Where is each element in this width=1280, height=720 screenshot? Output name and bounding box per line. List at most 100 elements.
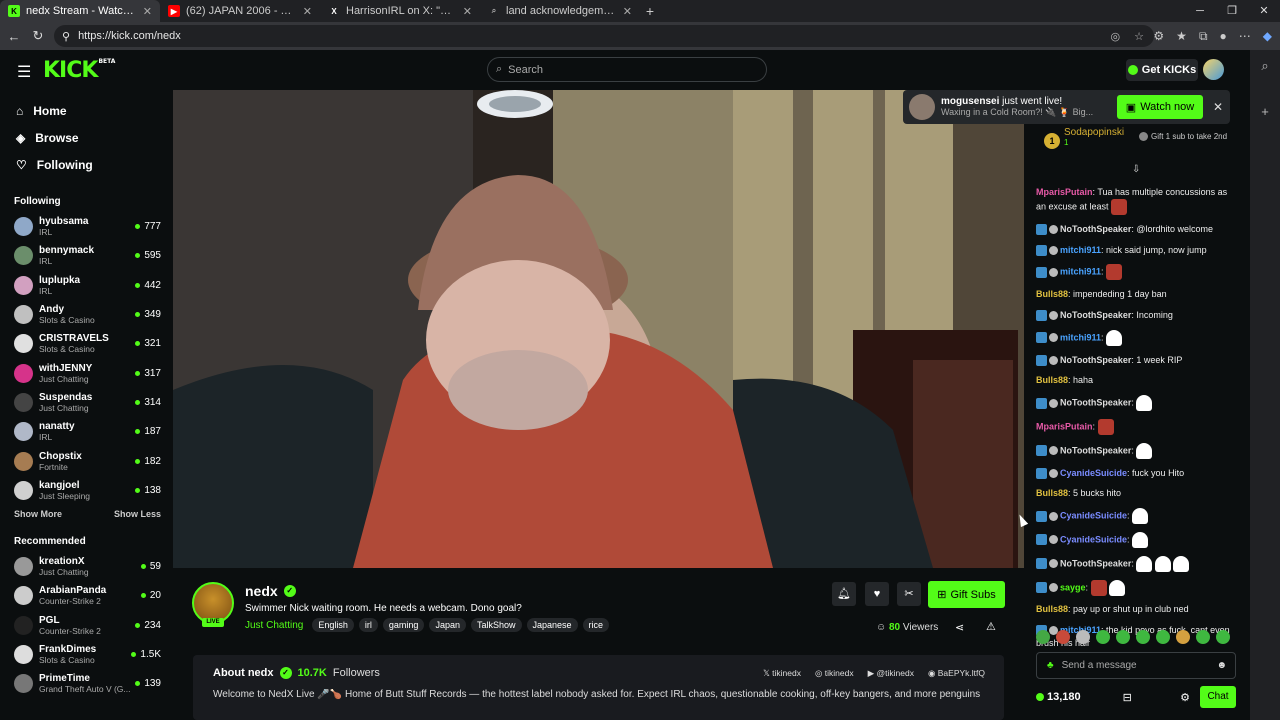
youtube-social-link[interactable]: ▶ @tikinedx — [868, 668, 914, 679]
chat-username[interactable]: NoToothSpeaker — [1060, 445, 1131, 455]
tab-x[interactable]: X HarrisonIRL on X: "#mizkif Mizkif ✕ — [320, 0, 480, 22]
sidebar-channel[interactable]: kangjoel Just Sleeping 138 — [0, 476, 172, 505]
emote-icon[interactable] — [1156, 630, 1170, 644]
sidebar-channel[interactable]: withJENNY Just Chatting 317 — [0, 358, 172, 387]
search-input[interactable]: ⌕ Search — [487, 57, 767, 82]
kicks-balance[interactable]: 13,180 — [1036, 691, 1081, 703]
tag[interactable]: Japan — [429, 618, 466, 632]
user-avatar[interactable] — [1203, 59, 1224, 80]
chat-username[interactable]: NoToothSpeaker — [1060, 355, 1131, 365]
chat-username[interactable]: CyanideSuicide — [1060, 511, 1127, 521]
minimize-icon[interactable]: ─ — [1184, 0, 1216, 22]
chat-settings-icon[interactable]: ⚙ — [1180, 691, 1190, 704]
tag[interactable]: rice — [582, 618, 610, 632]
close-tab-icon[interactable]: ✕ — [623, 5, 632, 18]
kick-logo[interactable]: KICKBETA — [43, 58, 115, 83]
close-notification-icon[interactable]: ✕ — [1213, 100, 1223, 114]
favorites-icon[interactable]: ★ — [1176, 29, 1187, 43]
sidebar-channel[interactable]: Chopstix Fortnite 182 — [0, 446, 172, 475]
chat-username[interactable]: mitchi911 — [1060, 245, 1101, 255]
nav-following[interactable]: ♡ Following — [0, 151, 172, 178]
reload-icon[interactable]: ↻ — [26, 28, 50, 44]
search-sidebar-icon[interactable]: ⌕ — [1250, 58, 1280, 74]
sidebar-channel[interactable]: nanatty IRL 187 — [0, 417, 172, 446]
clip-icon[interactable]: ✂ — [897, 582, 921, 606]
chat-input[interactable]: ♣ Send a message ☻ — [1036, 652, 1236, 679]
chat-username[interactable]: Bulls88 — [1036, 375, 1068, 385]
emote-icon[interactable] — [1076, 630, 1090, 644]
chat-username[interactable]: CyanideSuicide — [1060, 468, 1127, 478]
tab-youtube[interactable]: ▶ (62) JAPAN 2006 - YouTube ✕ — [160, 0, 320, 22]
sidebar-channel[interactable]: PGL Counter-Strike 2 234 — [0, 611, 172, 640]
back-icon[interactable]: ← — [2, 29, 26, 44]
send-chat-button[interactable]: Chat — [1200, 686, 1236, 708]
sidebar-channel[interactable]: CRISTRAVELS Slots & Casino 321 — [0, 329, 172, 358]
emote-icon[interactable] — [1196, 630, 1210, 644]
copilot-icon[interactable]: ◆ — [1263, 29, 1272, 43]
emote-icon[interactable] — [1036, 630, 1050, 644]
emote-icon[interactable] — [1096, 630, 1110, 644]
sidebar-channel[interactable]: ArabianPanda Counter-Strike 2 20 — [0, 581, 172, 610]
emote-icon[interactable] — [1116, 630, 1130, 644]
site-info-icon[interactable]: ⚲ — [62, 30, 70, 43]
profile-icon[interactable]: ● — [1220, 29, 1227, 43]
menu-icon[interactable]: ☰ — [17, 62, 31, 82]
address-bar[interactable]: ⚲ https://kick.com/nedx ◎ ☆ — [54, 25, 1154, 47]
emote-icon[interactable] — [1136, 630, 1150, 644]
chat-username[interactable]: Bulls88 — [1036, 488, 1068, 498]
follow-heart-icon[interactable]: ♥ — [865, 582, 889, 606]
chat-username[interactable]: mitchi911 — [1060, 332, 1101, 342]
tag[interactable]: irl — [358, 618, 378, 632]
chat-username[interactable]: MparisPutain — [1036, 187, 1093, 197]
sidebar-channel[interactable]: hyubsama IRL 777 — [0, 212, 172, 241]
show-more-button[interactable]: Show More — [14, 509, 62, 519]
watch-now-button[interactable]: ▣ Watch now — [1117, 95, 1203, 119]
reader-icon[interactable]: ◎ — [1111, 30, 1121, 43]
show-less-button[interactable]: Show Less — [114, 509, 161, 519]
gifter-name[interactable]: Sodapopinski — [1064, 127, 1124, 138]
chat-username[interactable]: NoToothSpeaker — [1060, 558, 1131, 568]
emoji-picker-icon[interactable]: ☻ — [1216, 660, 1227, 671]
add-sidebar-icon[interactable]: + — [1250, 104, 1280, 119]
tag[interactable]: Japanese — [526, 618, 578, 632]
close-tab-icon[interactable]: ✕ — [463, 5, 472, 18]
close-window-icon[interactable]: ✕ — [1248, 0, 1280, 22]
category-link[interactable]: Just Chatting — [245, 620, 303, 631]
collections-icon[interactable]: ⧉ — [1199, 29, 1208, 44]
chat-username[interactable]: NoToothSpeaker — [1060, 224, 1131, 234]
chat-username[interactable]: mitchi911 — [1060, 267, 1101, 277]
tab-kick[interactable]: K nedx Stream - Watch Live on Kick ✕ — [0, 0, 160, 22]
chat-username[interactable]: CyanideSuicide — [1060, 534, 1127, 544]
notification-avatar[interactable] — [909, 94, 935, 120]
emote-icon[interactable] — [1176, 630, 1190, 644]
extensions-icon[interactable]: ⚙ — [1153, 29, 1164, 43]
tag[interactable]: English — [312, 618, 354, 632]
nav-browse[interactable]: ◈ Browse — [0, 124, 172, 151]
channel-name[interactable]: nedx — [245, 583, 278, 599]
x-social-link[interactable]: 𝕏 tikinedx — [763, 668, 801, 679]
sidebar-channel[interactable]: Suspendas Just Chatting 314 — [0, 388, 172, 417]
new-tab-button[interactable]: + — [640, 3, 660, 19]
sidebar-channel[interactable]: FrankDimes Slots & Casino 1.5K — [0, 640, 172, 669]
maximize-icon[interactable]: ❐ — [1216, 0, 1248, 22]
chat-username[interactable]: NoToothSpeaker — [1060, 310, 1131, 320]
more-icon[interactable]: ⋯ — [1239, 29, 1251, 43]
discord-social-link[interactable]: ◉ BaEPYk.ltfQ — [928, 668, 985, 679]
emote-icon[interactable] — [1056, 630, 1070, 644]
close-tab-icon[interactable]: ✕ — [303, 5, 312, 18]
sidebar-channel[interactable]: bennymack IRL 595 — [0, 241, 172, 270]
sidebar-channel[interactable]: Andy Slots & Casino 349 — [0, 300, 172, 329]
store-icon[interactable]: ⊟ — [1123, 691, 1132, 704]
chat-username[interactable]: Bulls88 — [1036, 604, 1068, 614]
favorite-star-icon[interactable]: ☆ — [1134, 30, 1144, 43]
chat-username[interactable]: Bulls88 — [1036, 289, 1068, 299]
close-tab-icon[interactable]: ✕ — [143, 5, 152, 18]
nav-home[interactable]: ⌂ Home — [0, 97, 172, 124]
chat-username[interactable]: NoToothSpeaker — [1060, 398, 1131, 408]
get-kicks-button[interactable]: Get KICKs — [1126, 59, 1198, 81]
scroll-down-icon[interactable]: ⇩ — [1132, 164, 1140, 175]
sidebar-channel[interactable]: luplupka IRL 442 — [0, 271, 172, 300]
tab-search[interactable]: ⌕ land acknowledgement - Search ✕ — [480, 0, 640, 22]
instagram-social-link[interactable]: ◎ tikinedx — [815, 668, 854, 679]
sidebar-channel[interactable]: kreationX Just Chatting 59 — [0, 552, 172, 581]
